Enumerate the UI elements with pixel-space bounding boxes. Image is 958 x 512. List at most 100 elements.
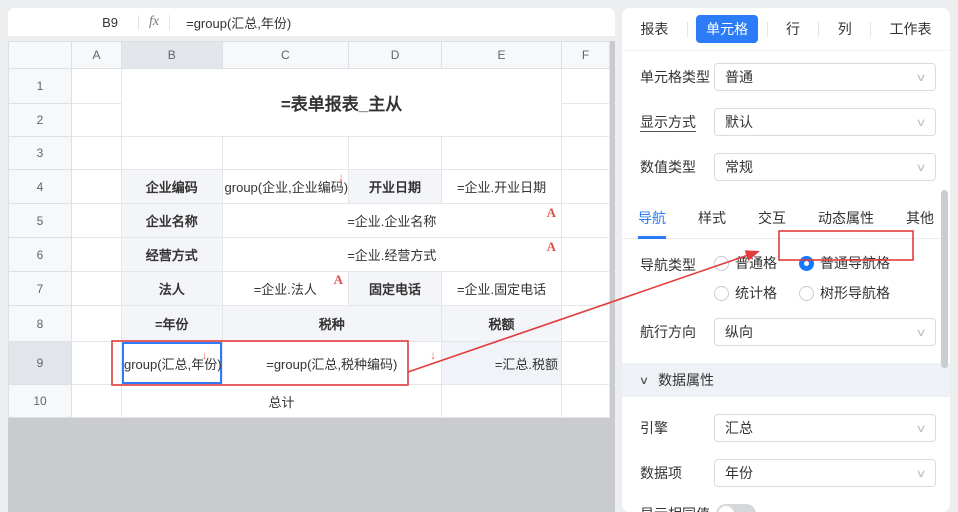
- display-mode-select[interactable]: 默认 ∨: [714, 108, 936, 136]
- row-header-5[interactable]: 5: [9, 204, 72, 238]
- show-same-value-toggle[interactable]: [716, 504, 756, 512]
- grid-cell-B9[interactable]: group(汇总,年份)↓: [122, 342, 223, 385]
- grid-cell-A8[interactable]: [72, 306, 122, 342]
- grid-cell-B1[interactable]: =表单报表_主从: [122, 69, 562, 137]
- nav-direction-select[interactable]: 纵向 ∨: [714, 318, 936, 346]
- select-value: 汇总: [725, 418, 753, 438]
- cell-text: 法人: [159, 282, 185, 297]
- col-header-A[interactable]: A: [72, 42, 122, 69]
- grid-cell-D3[interactable]: [349, 137, 442, 170]
- field-cell-type: 单元格类型 普通 ∨: [640, 63, 936, 91]
- grid-cell-A4[interactable]: [72, 170, 122, 204]
- subtab-style[interactable]: 样式: [698, 208, 726, 239]
- grid-cell-A1[interactable]: [72, 69, 122, 104]
- grid-cell-A9[interactable]: [72, 342, 122, 385]
- row-header-6[interactable]: 6: [9, 238, 72, 272]
- toggle-knob: [718, 506, 734, 512]
- grid-corner[interactable]: [9, 42, 72, 69]
- subtab-interaction[interactable]: 交互: [758, 208, 786, 239]
- grid-cell-B8[interactable]: =年份: [122, 306, 223, 342]
- grid-cell-A2[interactable]: [72, 104, 122, 137]
- grid-cell-C8[interactable]: 税种: [222, 306, 442, 342]
- formula-input[interactable]: =group(汇总,年份): [186, 13, 291, 32]
- tab-cell[interactable]: 单元格: [696, 15, 758, 43]
- row-header-9[interactable]: 9: [9, 342, 72, 385]
- col-header-E[interactable]: E: [442, 42, 562, 69]
- grid-cell-A6[interactable]: [72, 238, 122, 272]
- grid-cell-C6[interactable]: =企业.经营方式A: [222, 238, 562, 272]
- grid-cell-A10[interactable]: [72, 385, 122, 418]
- grid-cell-F3[interactable]: [562, 137, 610, 170]
- grid-cell-B5[interactable]: 企业名称: [122, 204, 223, 238]
- grid-cell-A5[interactable]: [72, 204, 122, 238]
- grid-cell-F9[interactable]: [562, 342, 610, 385]
- grid-cell-E10[interactable]: [442, 385, 562, 418]
- radio-normal-nav-cell[interactable]: 普通导航格: [799, 253, 890, 273]
- col-header-F[interactable]: F: [562, 42, 610, 69]
- grid-cell-B7[interactable]: 法人: [122, 272, 223, 306]
- grid-cell-E9[interactable]: =汇总.税额: [442, 342, 562, 385]
- row-header-4[interactable]: 4: [9, 170, 72, 204]
- grid-cell-F4[interactable]: [562, 170, 610, 204]
- number-type-select[interactable]: 常规 ∨: [714, 153, 936, 181]
- red-down-arrow-icon: ↓: [430, 349, 436, 361]
- grid-cell-A3[interactable]: [72, 137, 122, 170]
- grid-cell-C4[interactable]: group(企业,企业编码)↓: [222, 170, 349, 204]
- panel-scrollbar[interactable]: [941, 190, 948, 368]
- grid-cell-F8[interactable]: [562, 306, 610, 342]
- grid-cell-F2[interactable]: [562, 104, 610, 137]
- grid-cell-E8[interactable]: 税额: [442, 306, 562, 342]
- engine-label: 引擎: [640, 418, 714, 438]
- grid-cell-C9[interactable]: =group(汇总,税种编码)↓: [222, 342, 442, 385]
- grid-cell-C3[interactable]: [222, 137, 349, 170]
- grid-cell-E3[interactable]: [442, 137, 562, 170]
- grid-cell-F10[interactable]: [562, 385, 610, 418]
- grid-cell-B3[interactable]: [122, 137, 223, 170]
- grid-cell-C7[interactable]: =企业.法人A: [222, 272, 349, 306]
- engine-select[interactable]: 汇总 ∨: [714, 414, 936, 442]
- radio-tree-nav-cell[interactable]: 树形导航格: [799, 283, 890, 303]
- grid-cell-F5[interactable]: [562, 204, 610, 238]
- tab-row[interactable]: 行: [776, 15, 810, 43]
- grid-cell-F1[interactable]: [562, 69, 610, 104]
- grid-cell-F6[interactable]: [562, 238, 610, 272]
- row-header-7[interactable]: 7: [9, 272, 72, 306]
- tab-worksheet[interactable]: 工作表: [880, 15, 942, 43]
- col-header-D[interactable]: D: [349, 42, 442, 69]
- subtab-other[interactable]: 其他: [906, 208, 934, 239]
- grid-cell-B4[interactable]: 企业编码: [122, 170, 223, 204]
- grid-cell-E7[interactable]: =企业.固定电话: [442, 272, 562, 306]
- radio-icon: [799, 286, 814, 301]
- grid-cell-D7[interactable]: 固定电话: [349, 272, 442, 306]
- radio-stat-cell[interactable]: 统计格: [714, 283, 794, 303]
- grid-cell-D4[interactable]: 开业日期: [349, 170, 442, 204]
- row-header-3[interactable]: 3: [9, 137, 72, 170]
- tab-report[interactable]: 报表: [630, 15, 678, 43]
- subtab-navigation[interactable]: 导航: [638, 208, 666, 239]
- grid-cell-E4[interactable]: =企业.开业日期: [442, 170, 562, 204]
- cell-text: =企业.固定电话: [457, 282, 546, 297]
- row-header-10[interactable]: 10: [9, 385, 72, 418]
- chevron-down-icon: ∨: [915, 71, 926, 84]
- select-value: 常规: [725, 157, 753, 177]
- grid-cell-F7[interactable]: [562, 272, 610, 306]
- red-a-marker: A: [334, 273, 343, 286]
- row-header-2[interactable]: 2: [9, 104, 72, 137]
- grid-cell-A7[interactable]: [72, 272, 122, 306]
- data-item-select[interactable]: 年份 ∨: [714, 459, 936, 487]
- radio-normal-cell[interactable]: 普通格: [714, 253, 794, 273]
- row-header-8[interactable]: 8: [9, 306, 72, 342]
- grid-cell-C5[interactable]: =企业.企业名称A: [222, 204, 562, 238]
- cell-text: 经营方式: [146, 248, 198, 263]
- row-header-1[interactable]: 1: [9, 69, 72, 104]
- cell-ref-box[interactable]: B9: [8, 15, 138, 30]
- cell-type-select[interactable]: 普通 ∨: [714, 63, 936, 91]
- section-data-properties[interactable]: ∨ 数据属性: [622, 363, 950, 397]
- cell-text: 企业名称: [146, 214, 198, 229]
- tab-column[interactable]: 列: [828, 15, 862, 43]
- grid-cell-B10[interactable]: 总计: [122, 385, 442, 418]
- col-header-B[interactable]: B: [122, 42, 223, 69]
- col-header-C[interactable]: C: [222, 42, 349, 69]
- grid-cell-B6[interactable]: 经营方式: [122, 238, 223, 272]
- subtab-dynamic-props[interactable]: 动态属性: [818, 208, 874, 239]
